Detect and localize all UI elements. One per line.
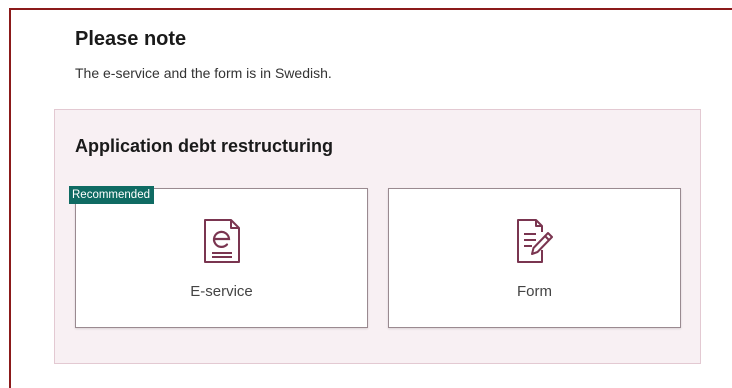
form-label: Form [517,283,552,300]
note-text: The e-service and the form is in Swedish… [75,65,332,81]
note-title: Please note [75,28,187,50]
e-service-option-card[interactable]: Recommended E-service [69,186,368,328]
recommended-badge: Recommended [69,186,154,204]
application-panel: Application debt restructuring Recommend… [54,109,701,364]
e-document-icon [203,219,240,263]
e-service-label: E-service [190,283,253,300]
panel-title: Application debt restructuring [75,136,334,156]
form-pen-icon [516,219,553,263]
form-option-card[interactable]: Form [388,188,681,328]
